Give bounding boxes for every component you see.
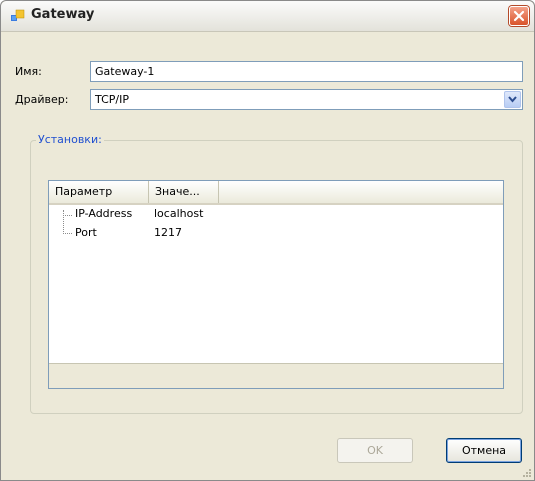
close-icon — [513, 10, 525, 22]
tree-branch — [63, 233, 72, 234]
settings-listview[interactable]: Параметр Значе... IP-Address localhost P… — [48, 180, 504, 389]
listview-footer — [49, 363, 503, 388]
app-window-icon — [11, 9, 25, 21]
param-cell: IP-Address — [75, 207, 133, 220]
column-header-param[interactable]: Параметр — [49, 181, 149, 203]
column-header-value-label: Значе... — [155, 185, 200, 198]
name-field-value: Gateway-1 — [95, 65, 155, 78]
name-label: Имя: — [15, 65, 42, 78]
ok-button[interactable]: OK — [337, 438, 413, 463]
param-cell: Port — [75, 226, 97, 239]
value-cell: 1217 — [154, 226, 182, 239]
value-cell: localhost — [154, 207, 204, 220]
resize-grip-icon[interactable] — [522, 468, 532, 478]
tree-branch — [63, 215, 72, 216]
title-bar[interactable]: Gateway — [1, 1, 534, 32]
driver-select-value: TCP/IP — [95, 93, 129, 106]
driver-dropdown-button[interactable] — [504, 91, 521, 108]
close-button[interactable] — [509, 6, 529, 26]
column-header-value[interactable]: Значе... — [149, 181, 219, 203]
column-header-param-label: Параметр — [55, 185, 113, 198]
list-item[interactable]: IP-Address localhost — [49, 205, 503, 223]
window-title: Gateway — [31, 7, 95, 22]
name-field[interactable]: Gateway-1 — [90, 61, 523, 82]
gateway-dialog: Gateway Имя: Gateway-1 Драйвер: TCP/IP У… — [0, 0, 535, 481]
listview-header: Параметр Значе... — [49, 181, 503, 205]
driver-select[interactable]: TCP/IP — [90, 89, 523, 110]
driver-label: Драйвер: — [15, 93, 69, 106]
cancel-button[interactable]: Отмена — [446, 438, 522, 463]
settings-group-title: Установки: — [36, 133, 104, 146]
list-item[interactable]: Port 1217 — [49, 224, 503, 242]
chevron-down-icon — [508, 96, 517, 103]
